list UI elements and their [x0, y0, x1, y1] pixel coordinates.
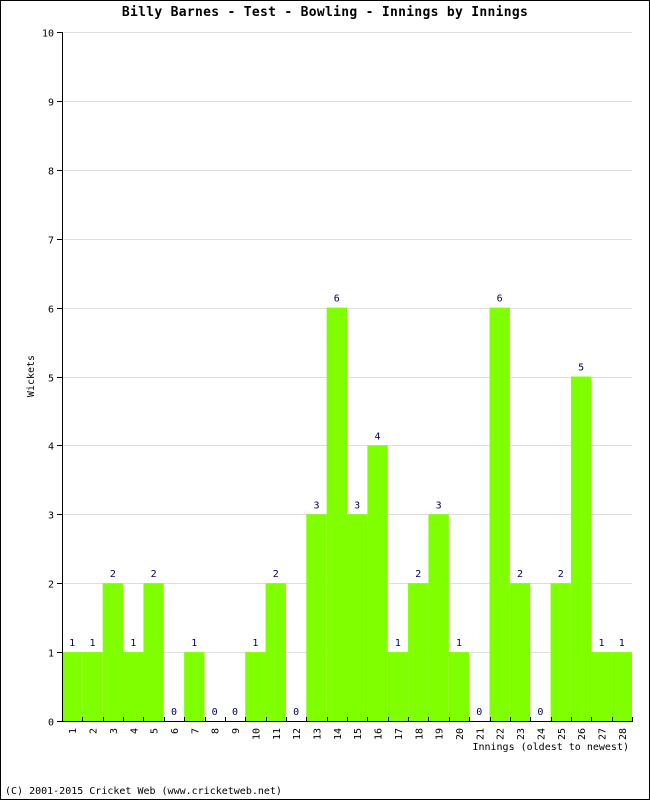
x-tick-label: 10 [251, 728, 262, 740]
bar [143, 583, 164, 721]
x-tick-label: 9 [231, 728, 242, 734]
x-tick-label: 23 [516, 728, 527, 740]
value-label: 0 [537, 707, 543, 718]
bar [347, 514, 368, 721]
value-label: 2 [273, 569, 279, 580]
x-tick-label: 3 [109, 728, 120, 734]
bar [509, 583, 531, 721]
x-tick-label: 18 [414, 728, 425, 740]
y-tick-labels: 0 1 2 3 4 5 6 7 8 9 10 [42, 29, 54, 729]
value-label: 2 [517, 569, 523, 580]
bar [408, 583, 429, 721]
y-tick-label: 2 [48, 580, 54, 591]
x-tick-label: 14 [333, 728, 344, 740]
value-label: 1 [130, 638, 136, 649]
y-tick-label: 0 [48, 718, 54, 729]
copyright-footer: (C) 2001-2015 Cricket Web (www.cricketwe… [5, 786, 282, 797]
value-label: 0 [232, 707, 238, 718]
y-tick-label: 8 [48, 167, 54, 178]
value-label: 1 [191, 638, 197, 649]
x-tick-label: 11 [272, 728, 283, 740]
x-tick-label: 12 [292, 728, 303, 740]
value-label: 2 [415, 569, 421, 580]
value-label: 6 [334, 294, 340, 305]
y-tick-label: 3 [48, 511, 54, 522]
y-axis-label: Wickets [26, 355, 37, 397]
value-label: 5 [578, 363, 584, 374]
bar [245, 652, 266, 721]
x-tick-label: 21 [475, 728, 486, 740]
value-label: 0 [476, 707, 482, 718]
bar [611, 652, 632, 721]
x-tick-label: 26 [577, 728, 588, 740]
bar [428, 514, 449, 721]
value-label: 3 [436, 500, 442, 511]
x-tick-label: 17 [394, 728, 405, 740]
bar [387, 652, 409, 721]
value-label: 2 [151, 569, 157, 580]
x-tick-label: 16 [374, 728, 385, 740]
value-label: 1 [598, 638, 604, 649]
y-tick-label: 9 [48, 98, 54, 109]
bar [123, 652, 144, 721]
bar [184, 652, 205, 721]
chart-frame: Billy Barnes - Test - Bowling - Innings … [0, 0, 650, 800]
bar [62, 652, 83, 721]
x-axis-label: Innings (oldest to newest) [472, 742, 629, 753]
value-label: 0 [212, 707, 218, 718]
x-tick-label: 22 [496, 728, 507, 740]
y-tick-label: 1 [48, 649, 54, 660]
x-tick-label: 13 [312, 728, 323, 740]
value-label: 1 [90, 638, 96, 649]
value-label: 1 [252, 638, 258, 649]
value-label: 1 [619, 638, 625, 649]
value-label: 2 [558, 569, 564, 580]
value-label: 3 [313, 500, 319, 511]
x-tick-label: 19 [435, 728, 446, 740]
x-tick-label: 20 [455, 728, 466, 740]
x-tick-labels: 1 2 3 4 5 6 7 8 9 10 11 12 13 14 15 16 17 18 19 20 21 22 23 24 2… [68, 728, 629, 740]
bar [306, 514, 327, 721]
y-tick-label: 7 [48, 236, 54, 247]
x-tick-label: 7 [190, 728, 201, 734]
x-tick-label: 4 [129, 728, 140, 734]
value-label: 1 [69, 638, 75, 649]
y-tick-label: 4 [48, 442, 54, 453]
x-tick-label: 25 [557, 728, 568, 740]
value-label: 6 [497, 294, 503, 305]
value-label: 1 [456, 638, 462, 649]
x-tick-label: 27 [597, 728, 608, 740]
bar [367, 445, 388, 721]
bar [448, 652, 470, 721]
bar [489, 307, 510, 721]
value-label: 1 [395, 638, 401, 649]
x-tick-label: 1 [68, 728, 79, 734]
value-label: 4 [375, 431, 381, 442]
y-tick-label: 10 [42, 29, 54, 40]
bar [550, 583, 571, 721]
bar [102, 583, 124, 721]
x-tick-label: 2 [89, 728, 100, 734]
value-label: 2 [110, 569, 116, 580]
x-tick-label: 24 [536, 728, 547, 740]
bar [82, 652, 103, 721]
y-tick-label: 6 [48, 305, 54, 316]
bar-chart: 1 1212010 0120363412310620251 1 01234567891… [26, 29, 633, 753]
x-tick-label: 6 [170, 728, 181, 734]
bar [570, 376, 592, 721]
x-tick-label: 15 [353, 728, 364, 740]
x-tick-label: 28 [618, 728, 629, 740]
x-tick-label: 5 [150, 728, 161, 734]
value-label: 0 [171, 707, 177, 718]
x-tick-label: 8 [211, 728, 222, 734]
value-label: 0 [293, 707, 299, 718]
value-label: 3 [354, 500, 360, 511]
bar [265, 583, 286, 721]
bar [326, 307, 347, 721]
bar [591, 652, 612, 721]
y-tick-label: 5 [48, 374, 54, 385]
